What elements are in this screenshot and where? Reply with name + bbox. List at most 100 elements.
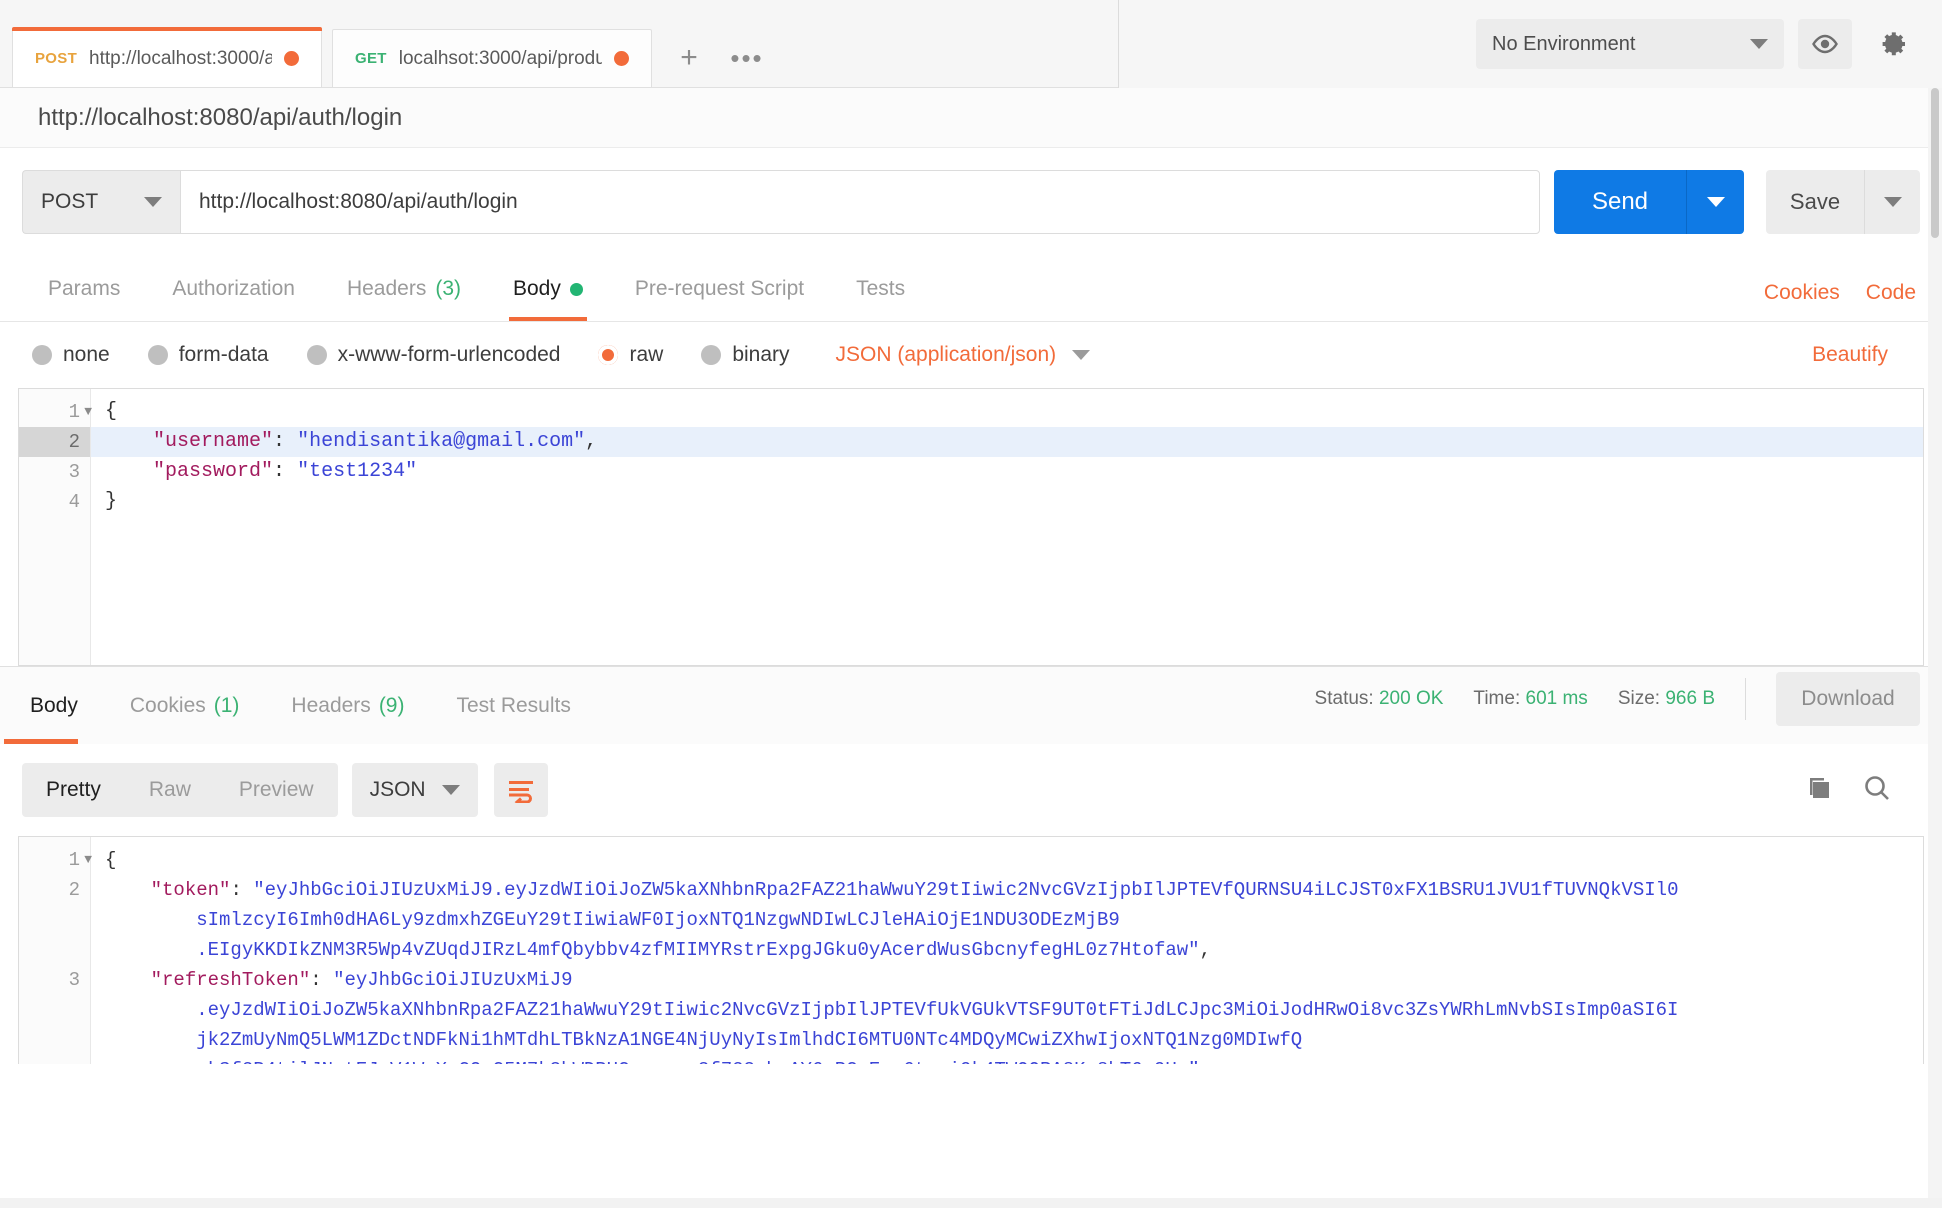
send-button[interactable]: Send (1554, 170, 1686, 234)
tab-url-label: localhsot:3000/api/product (399, 48, 602, 70)
code-token: , (1200, 939, 1211, 961)
request-tab-1[interactable]: POSThttp://localhost:3000/api/signup (12, 29, 322, 87)
code-line: "refreshToken": "eyJhbGciOiJIUzUxMiJ9 (91, 965, 1923, 995)
request-editor-code[interactable]: { "username": "hendisantika@gmail.com", … (91, 389, 1923, 665)
response-actions (1804, 773, 1920, 808)
view-mode-preview[interactable]: Preview (215, 763, 338, 817)
radio-icon (148, 345, 168, 365)
code-token: "password" (153, 460, 273, 483)
environment-quick-look-button[interactable] (1798, 19, 1852, 69)
send-options-button[interactable] (1686, 170, 1744, 234)
request-url-value: http://localhost:8080/api/auth/login (199, 190, 518, 214)
request-tab-authorization[interactable]: Authorization (146, 257, 321, 321)
request-editor-gutter: 1▼234 (19, 389, 91, 665)
tab-count: (9) (379, 694, 405, 718)
body-type-label: form-data (179, 343, 269, 367)
code-token: { (105, 400, 117, 423)
request-tab-2[interactable]: GETlocalhsot:3000/api/product (332, 29, 652, 87)
chevron-down-icon (1750, 39, 1768, 49)
search-button[interactable] (1862, 773, 1892, 808)
http-method-selector[interactable]: POST (22, 170, 180, 234)
download-label: Download (1801, 687, 1894, 711)
request-tab-links: Cookies Code (1764, 281, 1920, 321)
content-type-label: JSON (application/json) (836, 343, 1057, 367)
time-label: Time: (1473, 688, 1520, 709)
tab-label: Cookies (130, 694, 206, 718)
response-format-selector[interactable]: JSON (352, 763, 478, 817)
code-line: { (91, 397, 1923, 427)
copy-button[interactable] (1804, 774, 1834, 807)
plus-icon: + (680, 41, 698, 75)
request-title-bar: http://localhost:8080/api/auth/login (0, 88, 1942, 148)
new-tab-button[interactable]: + (662, 29, 716, 87)
response-tab-cookies[interactable]: Cookies (1) (104, 668, 266, 744)
word-wrap-button[interactable] (494, 763, 548, 817)
line-number (19, 1025, 90, 1055)
time-value: 601 ms (1526, 688, 1588, 709)
save-options-button[interactable] (1864, 170, 1920, 234)
code-link[interactable]: Code (1866, 281, 1916, 305)
body-type-label: raw (629, 343, 663, 367)
code-token: "hendisantika@gmail.com" (297, 430, 585, 453)
code-token (105, 430, 153, 453)
response-editor-code[interactable]: { "token": "eyJhbGciOiJIUzUxMiJ9.eyJzdWI… (91, 837, 1923, 1064)
save-button-group: Save (1766, 170, 1920, 234)
response-header-bar: BodyCookies(1)Headers(9)Test Results Sta… (0, 666, 1942, 744)
environment-selector[interactable]: No Environment (1476, 19, 1784, 69)
request-section-tabs: ParamsAuthorizationHeaders(3)BodyPre-req… (0, 256, 1942, 322)
code-token: .EIgyKKDIkZNM3R5Wp4vZUqdJIRzL4mfQbybbv4z… (196, 939, 1199, 961)
response-tab-body[interactable]: Body (4, 668, 104, 744)
response-tab-test-results[interactable]: Test Results (430, 668, 596, 744)
code-line: } (91, 487, 1923, 517)
send-button-group: Send (1554, 170, 1744, 234)
body-type-label: none (63, 343, 110, 367)
response-section-tabs: Body Cookies (1) Headers(9)Test Results (0, 666, 597, 744)
body-present-indicator-icon (570, 283, 583, 296)
request-url-input[interactable]: http://localhost:8080/api/auth/login (180, 170, 1540, 234)
line-number: 2 (19, 875, 90, 905)
code-token: .kSf2B4tilJNmtEJaV1WqXsCOxG5M7k3bWDBUCvm… (196, 1059, 1199, 1064)
line-number: 4 (19, 487, 90, 517)
request-tab-tests[interactable]: Tests (830, 257, 931, 321)
word-wrap-icon (506, 777, 536, 803)
postman-window: POSThttp://localhost:3000/api/signupGETl… (0, 0, 1942, 1208)
vertical-scrollbar[interactable] (1928, 88, 1942, 1208)
line-number (19, 1055, 90, 1064)
response-view-mode-group: PrettyRawPreview (22, 763, 338, 817)
fold-toggle-icon[interactable]: ▼ (84, 845, 92, 875)
request-body-editor[interactable]: 1▼234 { "username": "hendisantika@gmail.… (18, 388, 1924, 666)
code-token: , (585, 430, 597, 453)
tab-count: (1) (214, 694, 240, 718)
view-mode-raw[interactable]: Raw (125, 763, 215, 817)
request-tab-pre-request-script[interactable]: Pre-request Script (609, 257, 830, 321)
save-button[interactable]: Save (1766, 170, 1864, 234)
request-tab-headers[interactable]: Headers(3) (321, 257, 487, 321)
content-type-selector[interactable]: JSON (application/json) (836, 343, 1091, 367)
code-line: .eyJzdWIiOiJoZW5kaXNhbnRpa2FAZ21haWwuY29… (91, 995, 1923, 1025)
request-tab-body[interactable]: Body (487, 257, 609, 321)
cookies-link[interactable]: Cookies (1764, 281, 1840, 305)
tab-options-button[interactable]: ••• (716, 29, 778, 87)
request-tab-params[interactable]: Params (22, 257, 146, 321)
body-type-none[interactable]: none (32, 343, 110, 367)
response-body-editor[interactable]: 1▼234 { "token": "eyJhbGciOiJIUzUxMiJ9.e… (18, 836, 1924, 1064)
code-token: : (273, 430, 297, 453)
body-type-binary[interactable]: binary (701, 343, 789, 367)
body-type-raw[interactable]: raw (598, 343, 663, 367)
tab-url-label: http://localhost:3000/api/signup (89, 48, 272, 70)
radio-icon (701, 345, 721, 365)
body-type-x-www-form-urlencoded[interactable]: x-www-form-urlencoded (307, 343, 561, 367)
window-bottom-edge (0, 1198, 1942, 1208)
response-tab-headers[interactable]: Headers(9) (265, 668, 430, 744)
scrollbar-thumb[interactable] (1931, 88, 1939, 238)
response-toolbar: PrettyRawPreview JSON (0, 744, 1942, 836)
beautify-link[interactable]: Beautify (1812, 343, 1910, 367)
code-token (105, 460, 153, 483)
body-type-form-data[interactable]: form-data (148, 343, 269, 367)
settings-button[interactable] (1866, 19, 1920, 69)
code-token: } (105, 490, 117, 513)
download-button[interactable]: Download (1776, 672, 1920, 726)
view-mode-pretty[interactable]: Pretty (22, 763, 125, 817)
code-line: .kSf2B4tilJNmtEJaV1WqXsCOxG5M7k3bWDBUCvm… (91, 1055, 1923, 1064)
chevron-down-icon (442, 785, 460, 795)
